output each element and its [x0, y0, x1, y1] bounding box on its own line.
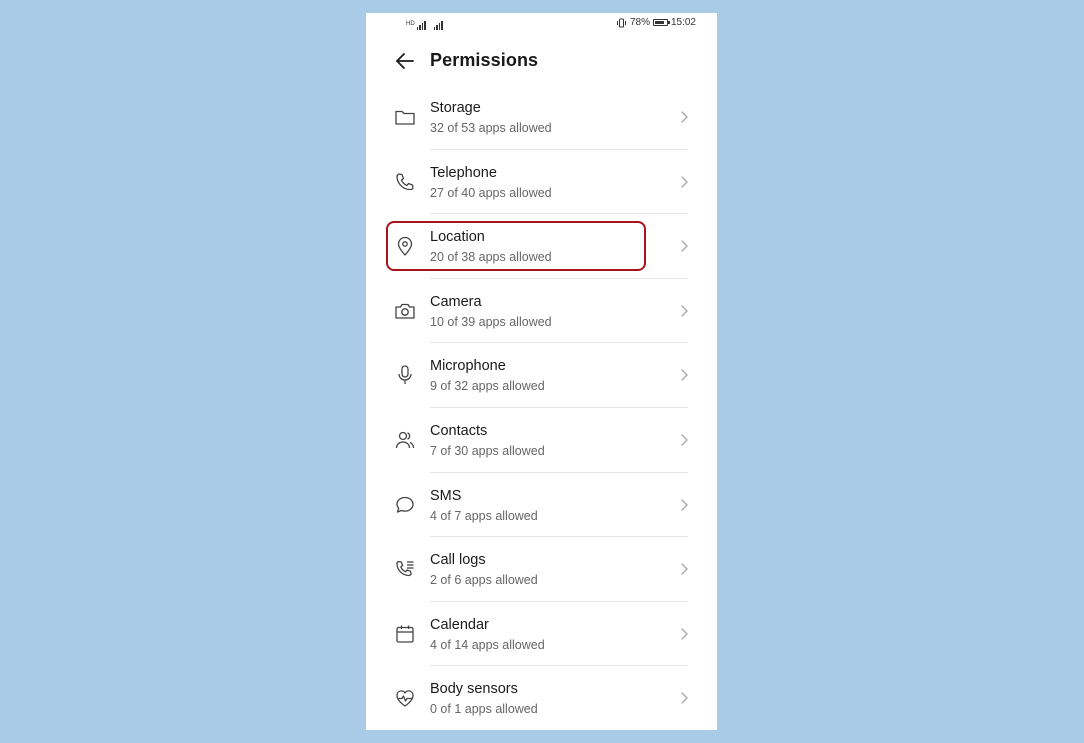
permission-label: Location — [430, 229, 485, 246]
permission-item-microphone[interactable]: Microphone 9 of 32 apps allowed — [366, 343, 717, 408]
permission-item-location[interactable]: Location 20 of 38 apps allowed — [366, 214, 717, 279]
permission-item-calendar[interactable]: Calendar 4 of 14 apps allowed — [366, 602, 717, 667]
chevron-right-icon — [679, 175, 689, 189]
chevron-right-icon — [679, 498, 689, 512]
permission-item-body-sensors[interactable]: Body sensors 0 of 1 apps allowed — [366, 666, 717, 730]
permission-label: Call logs — [430, 552, 486, 569]
permission-subtitle: 4 of 14 apps allowed — [430, 637, 545, 652]
permission-subtitle: 27 of 40 apps allowed — [430, 185, 552, 200]
permissions-list: Storage 32 of 53 apps allowed Telephone … — [366, 85, 717, 730]
back-arrow-icon — [396, 53, 414, 69]
permission-subtitle: 32 of 53 apps allowed — [430, 121, 552, 135]
clock: 15:02 — [670, 17, 696, 28]
chevron-right-icon — [679, 368, 689, 382]
chevron-right-icon — [679, 691, 689, 705]
permission-subtitle: 9 of 32 apps allowed — [430, 379, 545, 394]
chevron-right-icon — [679, 304, 689, 318]
hd-label: HD — [406, 21, 415, 27]
status-bar: HD 78% 15:02 — [366, 13, 717, 35]
chevron-right-icon — [679, 239, 689, 253]
folder-icon — [394, 106, 416, 128]
permission-subtitle: 10 of 39 apps allowed — [430, 314, 552, 329]
location-pin-icon — [394, 235, 416, 257]
back-button[interactable] — [394, 50, 416, 72]
permission-label: Telephone — [430, 164, 497, 181]
permission-item-storage[interactable]: Storage 32 of 53 apps allowed — [366, 85, 717, 150]
permission-label: Body sensors — [430, 681, 518, 698]
phone-screen: HD 78% 15:02 Permissions Storage 32 of 5… — [366, 13, 717, 730]
contacts-icon — [394, 429, 416, 451]
phone-icon — [394, 171, 416, 193]
chevron-right-icon — [679, 627, 689, 641]
permission-item-sms[interactable]: SMS 4 of 7 apps allowed — [366, 473, 717, 538]
permission-label: Calendar — [430, 616, 489, 633]
signal-icon: HD — [406, 21, 426, 30]
permission-label: Camera — [430, 293, 482, 310]
permission-label: Microphone — [430, 358, 506, 375]
permission-label: SMS — [430, 487, 462, 504]
permission-item-call-logs[interactable]: Call logs 2 of 6 apps allowed — [366, 537, 717, 602]
permission-subtitle: 20 of 38 apps allowed — [430, 250, 552, 265]
permission-subtitle: 4 of 7 apps allowed — [430, 508, 538, 523]
permission-subtitle: 7 of 30 apps allowed — [430, 443, 545, 458]
permission-item-contacts[interactable]: Contacts 7 of 30 apps allowed — [366, 408, 717, 473]
permission-label: Storage — [430, 100, 481, 116]
permission-subtitle: 0 of 1 apps allowed — [430, 702, 538, 717]
call-log-icon — [394, 558, 416, 580]
signal-indicators: HD — [406, 18, 443, 30]
page-title: Permissions — [430, 50, 539, 70]
chevron-right-icon — [679, 433, 689, 447]
microphone-icon — [394, 364, 416, 386]
camera-icon — [394, 300, 416, 322]
vibrate-icon — [616, 18, 627, 28]
chevron-right-icon — [679, 562, 689, 576]
permission-subtitle: 2 of 6 apps allowed — [430, 573, 538, 588]
signal-icon-2 — [433, 21, 443, 30]
chevron-right-icon — [679, 110, 689, 124]
battery-icon — [652, 19, 670, 26]
heart-rate-icon — [394, 687, 416, 709]
permission-label: Contacts — [430, 422, 488, 439]
header: Permissions — [366, 43, 717, 79]
message-bubble-icon — [394, 494, 416, 516]
calendar-icon — [394, 623, 416, 645]
permission-item-camera[interactable]: Camera 10 of 39 apps allowed — [366, 279, 717, 344]
battery-percent: 78% — [629, 17, 650, 28]
permission-item-telephone[interactable]: Telephone 27 of 40 apps allowed — [366, 150, 717, 215]
status-right: 78% 15:02 — [616, 17, 696, 28]
